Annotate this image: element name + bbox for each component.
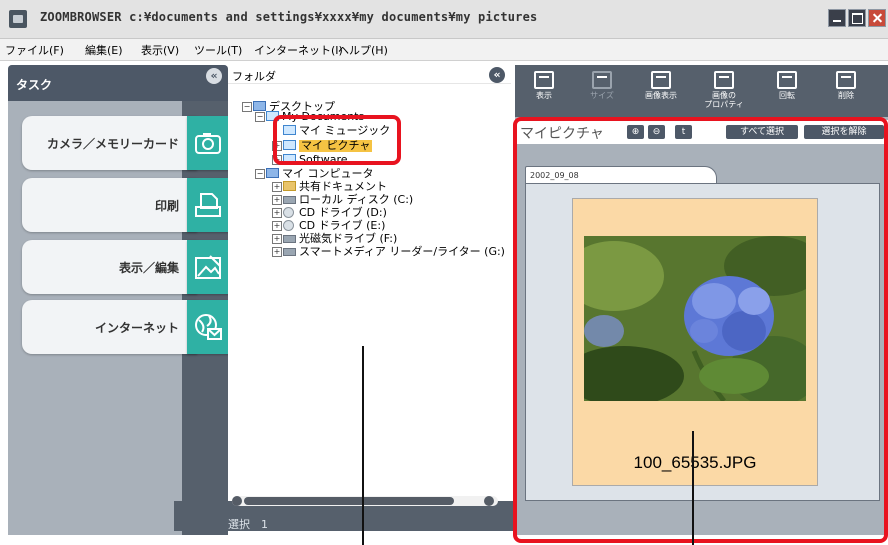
- print-icon[interactable]: [187, 178, 228, 232]
- annotation-pointer-line: [362, 346, 364, 545]
- desktop-icon: [253, 101, 266, 111]
- task-panel: タスク « カメラ／メモリーカード 印刷 表示／編集 インターネット: [8, 65, 228, 535]
- zoombrowser-window: ZOOMBROWSER c:¥documents and settings¥xx…: [0, 0, 888, 545]
- expand-toggle-icon[interactable]: +: [272, 208, 282, 218]
- annotation-highlight-browser: [513, 117, 888, 543]
- task-item-label: 表示／編集: [118, 261, 179, 275]
- expand-toggle-icon[interactable]: +: [272, 195, 282, 205]
- task-panel-title: タスク: [16, 78, 53, 92]
- image-view-icon: [651, 71, 671, 89]
- menu-file[interactable]: ファイル(F): [5, 42, 64, 58]
- task-camera-memory-card[interactable]: カメラ／メモリーカード: [22, 116, 197, 170]
- collapse-toggle-icon[interactable]: −: [255, 169, 265, 179]
- rotate-button[interactable]: 回転: [766, 69, 808, 113]
- scrollbar-thumb[interactable]: [244, 497, 454, 505]
- close-button[interactable]: [868, 9, 886, 27]
- expand-toggle-icon[interactable]: +: [272, 221, 282, 231]
- window-title: ZOOMBROWSER c:¥documents and settings¥xx…: [40, 10, 538, 24]
- camera-icon[interactable]: [187, 116, 228, 170]
- expand-toggle-icon[interactable]: +: [272, 247, 282, 257]
- toolbar: 表示 サイズ 画像表示 画像の プロパティ 回転 削除: [515, 65, 888, 117]
- rotate-icon: [777, 71, 797, 89]
- folder-icon: [283, 181, 296, 191]
- collapse-toggle-icon[interactable]: −: [242, 102, 252, 112]
- collapse-toggle-icon[interactable]: −: [255, 112, 265, 122]
- folder-panel-header: フォルダ: [228, 65, 511, 84]
- task-collapse-button[interactable]: «: [206, 68, 222, 84]
- drive-icon: [283, 235, 296, 243]
- folder-panel-title: フォルダ: [232, 70, 276, 83]
- menu-view[interactable]: 表示(V): [141, 42, 179, 58]
- drive-icon: [283, 196, 296, 204]
- main-area: タスク « カメラ／メモリーカード 印刷 表示／編集 インターネット 選択 1 …: [0, 61, 888, 545]
- cd-drive-icon: [283, 220, 294, 231]
- menu-help[interactable]: ヘルプ(H): [338, 42, 388, 58]
- expand-toggle-icon[interactable]: +: [272, 182, 282, 192]
- drive-icon: [283, 248, 296, 256]
- annotation-highlight-tree: [273, 115, 401, 165]
- task-item-label: インターネット: [94, 321, 179, 335]
- menu-tools[interactable]: ツール(T): [194, 42, 242, 58]
- delete-button[interactable]: 削除: [825, 69, 867, 113]
- maximize-button[interactable]: [848, 9, 866, 27]
- size-icon: [592, 71, 612, 89]
- folder-horizontal-scrollbar[interactable]: [232, 496, 498, 506]
- task-view-edit[interactable]: 表示／編集: [22, 240, 197, 294]
- task-panel-header: タスク: [8, 65, 228, 101]
- view-icon: [534, 71, 554, 89]
- scroll-left-icon[interactable]: [232, 496, 242, 506]
- computer-icon: [266, 168, 279, 178]
- menu-internet[interactable]: インターネット(I): [254, 42, 343, 58]
- scroll-right-icon[interactable]: [484, 496, 494, 506]
- task-item-label: 印刷: [154, 199, 179, 213]
- image-view-button[interactable]: 画像表示: [640, 69, 682, 113]
- title-bar: ZOOMBROWSER c:¥documents and settings¥xx…: [0, 0, 888, 39]
- size-button[interactable]: サイズ: [581, 69, 623, 113]
- cd-drive-icon: [283, 207, 294, 218]
- menu-bar: ファイル(F) 編集(E) 表示(V) ツール(T) インターネット(I) ヘル…: [0, 39, 888, 61]
- minimize-button[interactable]: [828, 9, 846, 27]
- folder-collapse-button[interactable]: «: [489, 67, 505, 83]
- menu-edit[interactable]: 編集(E): [85, 42, 123, 58]
- annotation-pointer-line: [692, 431, 694, 545]
- task-item-label: カメラ／メモリーカード: [46, 137, 179, 151]
- properties-icon: [714, 71, 734, 89]
- task-internet[interactable]: インターネット: [22, 300, 197, 354]
- expand-toggle-icon[interactable]: +: [272, 234, 282, 244]
- task-print[interactable]: 印刷: [22, 178, 197, 232]
- edit-icon[interactable]: [187, 240, 228, 294]
- view-button[interactable]: 表示: [523, 69, 565, 113]
- properties-button[interactable]: 画像の プロパティ: [703, 69, 745, 113]
- app-icon: [9, 10, 27, 28]
- internet-icon[interactable]: [187, 300, 228, 354]
- selection-count: 選択 1: [228, 518, 268, 531]
- delete-icon: [836, 71, 856, 89]
